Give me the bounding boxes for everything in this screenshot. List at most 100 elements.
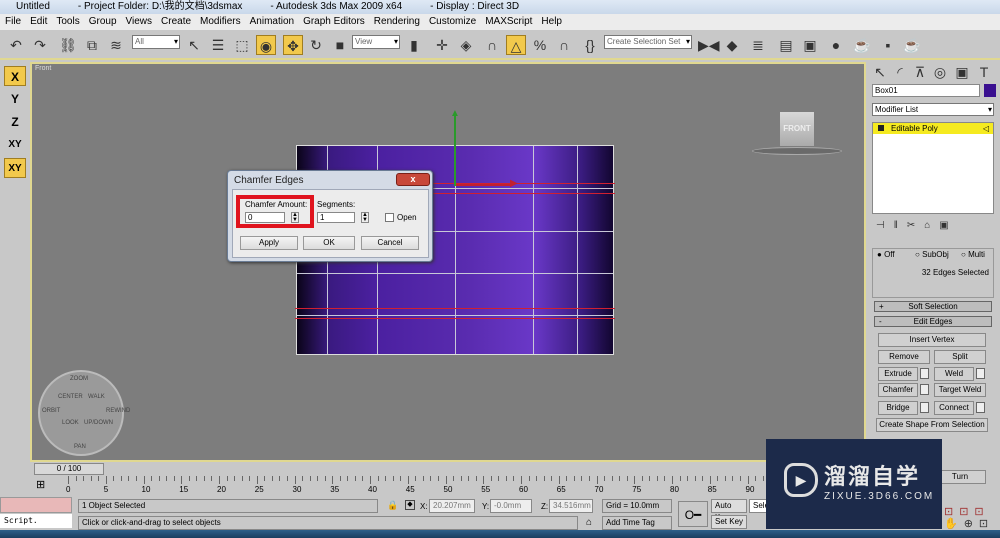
mirror-icon[interactable]: ▶◀ [698,35,720,55]
stack-item-editable-poly[interactable]: Editable Poly ◁ [873,123,993,134]
curve-editor-icon[interactable]: ▤ [776,35,796,55]
split-button[interactable]: Split [934,350,986,364]
insert-vertex-button[interactable]: Insert Vertex [878,333,986,347]
rendered-frame-icon[interactable]: ▪ [878,35,898,55]
menu-graph-editors[interactable]: Graph Editors [303,16,365,27]
chamfer-amount-input[interactable]: 0 [245,212,285,223]
segments-input[interactable]: 1 [317,212,355,223]
wheel-center[interactable]: CENTER [58,394,83,400]
schematic-view-icon[interactable]: ▣ [800,35,820,55]
wheel-zoom[interactable]: ZOOM [70,376,88,382]
viewcube-ring[interactable] [752,147,842,155]
stack-tool-icons[interactable]: ⊣‖✂⌂▣ [876,220,958,231]
render-setup-icon[interactable]: ☕ [852,35,872,55]
axis-xy-button[interactable]: XY [4,135,26,155]
scale-icon[interactable]: ■ [330,35,350,55]
time-slider[interactable]: 0 / 100 [30,462,866,476]
set-key-icon[interactable]: O━ [678,501,708,527]
redo-icon[interactable]: ↷ [30,35,50,55]
extrude-settings-icon[interactable] [920,368,929,379]
reference-coord-dropdown[interactable]: View [352,35,400,49]
menu-tools[interactable]: Tools [56,16,79,27]
track-bar[interactable]: 0 5 10 15 20 25 30 35 40 45 50 55 60 65 70 75 80 85 90 [30,476,787,496]
modify-tab-icon[interactable]: ◜ [890,62,910,82]
quick-render-icon[interactable]: ☕ [902,35,922,55]
time-tag-icon[interactable]: ⌂ [586,517,592,528]
axis-xy-cycle-button[interactable]: XY [4,158,26,178]
menu-edit[interactable]: Edit [30,16,47,27]
soft-selection-rollout[interactable]: + Soft Selection [874,301,992,312]
extrude-button[interactable]: Extrude [878,367,918,381]
edit-edges-rollout[interactable]: - Edit Edges [874,316,992,327]
named-selection-icon[interactable]: {} [580,35,600,55]
maxscript-mini-listener[interactable]: Script. [0,514,72,528]
snap-icon[interactable]: ∩ [482,35,502,55]
move-icon[interactable]: ✥ [283,35,303,55]
menu-views[interactable]: Views [126,16,153,27]
y-coordinate-input[interactable]: -0.0mm [490,499,532,513]
object-name-input[interactable]: Box01 [872,84,980,97]
wheel-orbit[interactable]: ORBIT [42,408,60,414]
menu-create[interactable]: Create [161,16,191,27]
axis-y-button[interactable]: Y [4,89,26,109]
wheel-pan[interactable]: PAN [74,444,86,450]
percent-snap-icon[interactable]: % [530,35,550,55]
rect-selection-icon[interactable]: ⬚ [232,35,252,55]
wheel-walk[interactable]: WALK [88,394,105,400]
gizmo-x-axis[interactable] [456,184,512,186]
time-slider-thumb[interactable]: 0 / 100 [34,463,104,475]
spinner-snap-icon[interactable]: ∩ [554,35,574,55]
weld-button[interactable]: Weld [934,367,974,381]
create-shape-button[interactable]: Create Shape From Selection [876,418,988,432]
selection-filter-dropdown[interactable]: All [132,35,180,49]
viewport-label[interactable]: Front [35,65,51,72]
weld-settings-icon[interactable] [976,368,985,379]
lock-icon[interactable]: 🔒 [387,500,398,511]
track-bar-icon[interactable]: ⊞ [36,478,45,491]
auto-key-button[interactable]: Auto Key [711,499,747,522]
connect-button[interactable]: Connect [934,401,974,415]
bridge-settings-icon[interactable] [920,402,929,413]
axis-z-button[interactable]: Z [4,112,26,132]
menu-rendering[interactable]: Rendering [374,16,420,27]
hierarchy-tab-icon[interactable]: ⊼ [910,62,930,82]
steering-wheel[interactable]: ZOOM ORBIT CENTER WALK REWIND LOOK UP/DO… [38,370,130,456]
preview-off-radio[interactable]: ● Off [877,250,895,259]
object-color-swatch[interactable] [984,84,996,97]
select-by-name-icon[interactable]: ☰ [208,35,228,55]
segments-spinner[interactable]: ▲ ▼ [361,212,369,223]
remove-button[interactable]: Remove [878,350,930,364]
modifier-list-dropdown[interactable]: Modifier List [872,103,994,116]
target-weld-button[interactable]: Target Weld [934,383,986,397]
display-tab-icon[interactable]: ▣ [952,62,972,82]
chamfer-button[interactable]: Chamfer [878,383,918,397]
preview-multi-radio[interactable]: ○ Multi [961,250,985,259]
menu-animation[interactable]: Animation [250,16,294,27]
unlink-icon[interactable]: ⧉ [82,35,102,55]
manipulate-icon[interactable]: ✛ [432,35,452,55]
ok-button[interactable]: OK [303,236,355,250]
menu-maxscript[interactable]: MAXScript [485,16,532,27]
axis-x-button[interactable]: X [4,66,26,86]
menu-customize[interactable]: Customize [429,16,476,27]
align-icon[interactable]: ◆ [722,35,742,55]
undo-icon[interactable]: ↶ [6,35,26,55]
menu-file[interactable]: File [5,16,21,27]
keyboard-shortcut-icon[interactable]: ◈ [456,35,476,55]
absolute-mode-icon[interactable]: ◆ [405,500,415,510]
cancel-button[interactable]: Cancel [361,236,419,250]
chamfer-settings-icon[interactable] [920,384,929,395]
gizmo-y-axis[interactable] [454,116,456,186]
dialog-close-button[interactable]: x [396,173,430,186]
layer-manager-icon[interactable]: ≣ [748,35,768,55]
maxscript-listener-pink[interactable] [0,497,72,513]
viewport-nav-icons-2[interactable]: ✋⊕⊡ [944,517,994,530]
pivot-icon[interactable]: ▮ [404,35,424,55]
rotate-icon[interactable]: ↻ [306,35,326,55]
material-editor-icon[interactable]: ● [826,35,846,55]
connect-settings-icon[interactable] [976,402,985,413]
select-icon[interactable]: ↖ [184,35,204,55]
z-coordinate-input[interactable]: 34.516mm [549,499,593,513]
open-checkbox[interactable] [385,213,394,222]
bind-spacewarp-icon[interactable]: ≋ [106,35,126,55]
